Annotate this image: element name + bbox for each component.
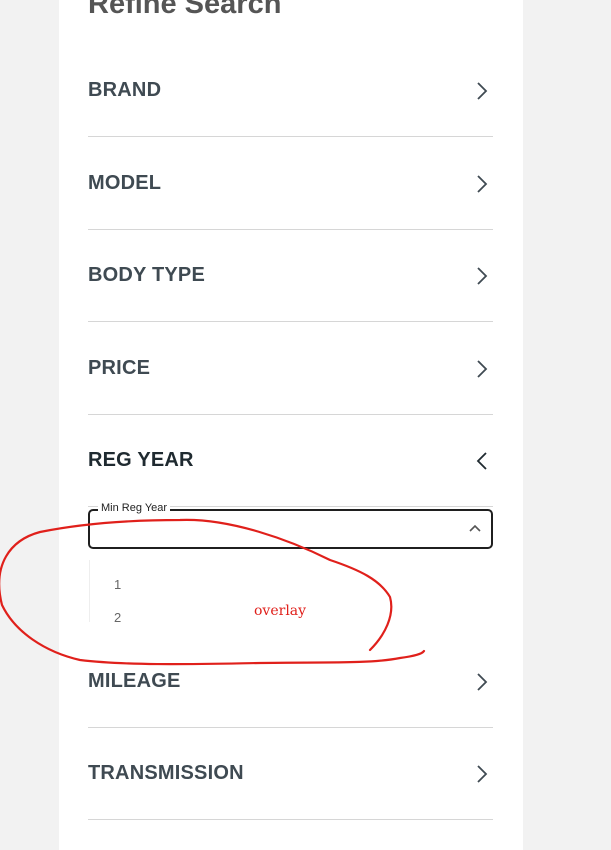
chevron-left-icon (476, 451, 487, 470)
chevron-up-icon[interactable] (468, 521, 482, 535)
option-item[interactable]: 1 (114, 577, 121, 592)
section-model[interactable]: MODEL (88, 138, 493, 230)
min-reg-year-options: 1 2 (89, 560, 370, 622)
section-transmission[interactable]: TRANSMISSION (88, 728, 493, 820)
section-label: MODEL (88, 172, 162, 194)
min-reg-year-label: Min Reg Year (98, 502, 171, 514)
section-label: MILEAGE (88, 670, 181, 692)
annotation-label: overlay (254, 603, 307, 619)
section-body-type[interactable]: BODY TYPE (88, 230, 493, 322)
section-brand[interactable]: BRAND (88, 45, 493, 137)
chevron-right-icon (477, 672, 488, 691)
min-reg-year-select[interactable] (88, 509, 493, 549)
section-mileage[interactable]: MILEAGE (88, 636, 493, 728)
section-label: PRICE (88, 357, 151, 379)
section-price[interactable]: PRICE (88, 323, 493, 415)
chevron-right-icon (477, 174, 488, 193)
section-label: BRAND (88, 79, 162, 101)
chevron-right-icon (477, 359, 488, 378)
page-title: Refine Search (88, 0, 282, 20)
chevron-right-icon (477, 81, 488, 100)
option-item[interactable]: 2 (114, 610, 121, 622)
section-label: REG YEAR (88, 449, 194, 471)
chevron-right-icon (477, 266, 488, 285)
section-label: BODY TYPE (88, 264, 206, 286)
section-label: TRANSMISSION (88, 762, 244, 784)
chevron-right-icon (477, 764, 488, 783)
section-reg-year[interactable]: REG YEAR (88, 415, 493, 507)
